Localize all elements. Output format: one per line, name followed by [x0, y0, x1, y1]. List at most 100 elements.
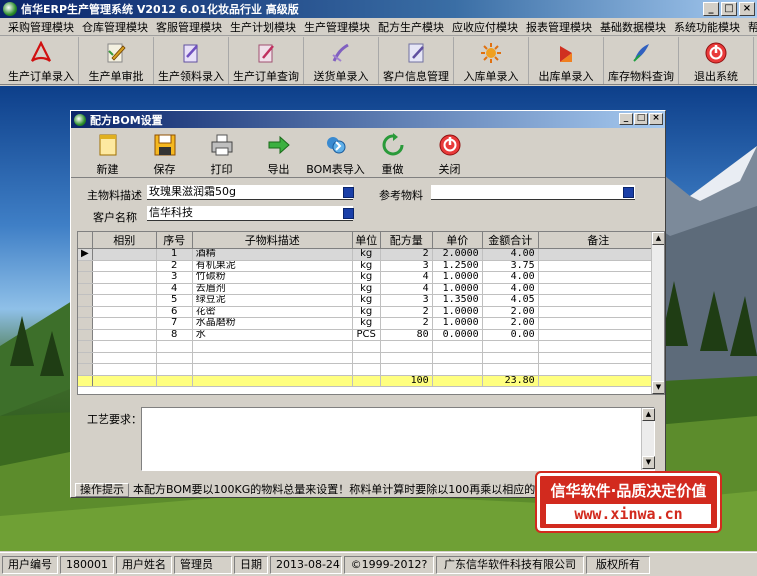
cell-amount[interactable]: 4.00 [482, 271, 539, 284]
main-title-bar[interactable]: 信华ERP生产管理系统 V2012 6.01化妆品行业 高级版 _ □ × [0, 0, 757, 18]
toolbar-exit-system[interactable]: 退出系统 [679, 37, 754, 84]
toolbar-stock-in-entry[interactable]: 入库单录入 [454, 37, 529, 84]
cell-amount[interactable]: 2.00 [482, 306, 539, 318]
cell-remark[interactable] [538, 306, 659, 318]
cell-sub-material[interactable]: 水晶磨粉 [192, 317, 353, 330]
grid-header-unit[interactable]: 单位 [352, 232, 381, 249]
cell-seq[interactable]: 5 [156, 294, 193, 307]
table-row[interactable]: 5 绿豆泥 kg 3 1.3500 4.05 [78, 294, 659, 307]
cell-sub-material[interactable]: 酒精 [192, 248, 353, 261]
cell-sub-material[interactable]: 去眉剂 [192, 283, 353, 295]
cell-seq[interactable]: 6 [156, 306, 193, 318]
table-row[interactable]: 7 水晶磨粉 kg 2 1.0000 2.00 [78, 317, 659, 330]
child-maximize-button[interactable]: □ [634, 113, 648, 125]
cell-seq[interactable]: 1 [156, 248, 193, 261]
child-minimize-button[interactable]: _ [619, 113, 633, 125]
menu-receivable[interactable]: 应收应付模块 [448, 19, 522, 35]
minimize-button[interactable]: _ [703, 2, 719, 16]
table-row[interactable]: 4 去眉剂 kg 4 1.0000 4.00 [78, 283, 659, 295]
cell-amount[interactable]: 3.75 [482, 260, 539, 272]
grid-vertical-scrollbar[interactable]: ▲ ▼ [651, 232, 664, 394]
cell-remark[interactable] [538, 329, 659, 341]
toolbar-stock-out-entry[interactable]: 出库单录入 [529, 37, 604, 84]
menu-customer-service[interactable]: 客服管理模块 [152, 19, 226, 35]
cell-unit[interactable]: kg [352, 260, 381, 272]
cell-sub-material[interactable]: 绿豆泥 [192, 294, 353, 307]
print-button[interactable]: 打印 [193, 128, 250, 177]
process-requirement-textarea[interactable]: ▲ ▼ [141, 407, 655, 471]
save-button[interactable]: 保存 [136, 128, 193, 177]
cell-unit[interactable]: kg [352, 283, 381, 295]
cell-price[interactable]: 2.0000 [432, 248, 483, 261]
memo-scroll-down-icon[interactable]: ▼ [642, 456, 655, 469]
memo-scrollbar[interactable]: ▲ ▼ [641, 408, 655, 470]
bom-grid[interactable]: 相别 序号 子物料描述 单位 配方量 单价 金额合计 备注 ▶ 1 酒精 kg [77, 231, 665, 395]
menu-help[interactable]: 帮助 [744, 19, 757, 35]
table-row[interactable]: 3 竹碳粉 kg 4 1.0000 4.00 [78, 271, 659, 284]
cell-price[interactable]: 1.0000 [432, 283, 483, 295]
menu-purchase[interactable]: 采购管理模块 [4, 19, 78, 35]
cell-amount[interactable]: 2.00 [482, 317, 539, 330]
new-button[interactable]: 新建 [79, 128, 136, 177]
table-row-empty[interactable] [78, 363, 659, 376]
menu-production[interactable]: 生产管理模块 [300, 19, 374, 35]
cell-seq[interactable]: 7 [156, 317, 193, 330]
cell-phase[interactable] [92, 260, 157, 272]
cell-phase[interactable] [92, 248, 157, 261]
cell-price[interactable]: 1.2500 [432, 260, 483, 272]
cell-sub-material[interactable]: 竹碳粉 [192, 271, 353, 284]
cell-unit[interactable]: kg [352, 271, 381, 284]
customer-lookup-button[interactable] [343, 208, 354, 219]
cell-phase[interactable] [92, 294, 157, 307]
toolbar-production-order-entry[interactable]: 生产订单录入 [4, 37, 79, 84]
cell-qty[interactable]: 2 [380, 317, 433, 330]
cell-remark[interactable] [538, 248, 659, 261]
cell-unit[interactable]: kg [352, 294, 381, 307]
toolbar-material-requisition[interactable]: 生产领料录入 [154, 37, 229, 84]
cell-price[interactable]: 1.0000 [432, 271, 483, 284]
table-row-empty[interactable] [78, 340, 659, 353]
cell-price[interactable]: 1.0000 [432, 317, 483, 330]
reference-material-input[interactable] [431, 185, 635, 200]
cell-remark[interactable] [538, 260, 659, 272]
maximize-button[interactable]: □ [721, 2, 737, 16]
cell-phase[interactable] [92, 329, 157, 341]
cell-unit[interactable]: kg [352, 317, 381, 330]
cell-amount[interactable]: 0.00 [482, 329, 539, 341]
grid-header-qty[interactable]: 配方量 [380, 232, 433, 249]
cell-seq[interactable]: 8 [156, 329, 193, 341]
cell-phase[interactable] [92, 317, 157, 330]
cell-qty[interactable]: 2 [380, 306, 433, 318]
cell-remark[interactable] [538, 294, 659, 307]
toolbar-customer-management[interactable]: 客户信息管理 [379, 37, 454, 84]
table-row[interactable]: 6 花密 kg 2 1.0000 2.00 [78, 306, 659, 318]
export-button[interactable]: 导出 [250, 128, 307, 177]
memo-scroll-up-icon[interactable]: ▲ [642, 408, 655, 421]
reference-material-lookup-button[interactable] [623, 187, 634, 198]
main-material-input[interactable]: 玫瑰果滋润霜50g [147, 185, 353, 200]
cell-qty[interactable]: 2 [380, 248, 433, 261]
menu-warehouse[interactable]: 仓库管理模块 [78, 19, 152, 35]
cell-qty[interactable]: 3 [380, 260, 433, 272]
table-row[interactable]: ▶ 1 酒精 kg 2 2.0000 4.00 [78, 248, 659, 261]
toolbar-order-query[interactable]: 生产订单查询 [229, 37, 304, 84]
grid-header-price[interactable]: 单价 [432, 232, 483, 249]
cell-remark[interactable] [538, 271, 659, 284]
bom-settings-window[interactable]: 配方BOM设置 _ □ × 新建 保存 打印 导出 BOM表导入 重做 关闭 主… [70, 110, 666, 498]
grid-header-seq[interactable]: 序号 [156, 232, 193, 249]
menu-base-data[interactable]: 基础数据模块 [596, 19, 670, 35]
menu-system[interactable]: 系统功能模块 [670, 19, 744, 35]
cell-amount[interactable]: 4.05 [482, 294, 539, 307]
redo-button[interactable]: 重做 [364, 128, 421, 177]
bom-import-button[interactable]: BOM表导入 [306, 128, 365, 177]
grid-header-sub-material[interactable]: 子物料描述 [192, 232, 353, 249]
cell-sub-material[interactable]: 有机果泥 [192, 260, 353, 272]
grid-header-remark[interactable]: 备注 [538, 232, 659, 249]
cell-unit[interactable]: PCS [352, 329, 381, 341]
child-title-bar[interactable]: 配方BOM设置 _ □ × [71, 111, 665, 128]
customer-name-input[interactable]: 信华科技 [147, 206, 353, 221]
toolbar-production-approval[interactable]: 生产单审批 [79, 37, 154, 84]
cell-seq[interactable]: 4 [156, 283, 193, 295]
cell-sub-material[interactable]: 水 [192, 329, 353, 341]
cell-qty[interactable]: 3 [380, 294, 433, 307]
